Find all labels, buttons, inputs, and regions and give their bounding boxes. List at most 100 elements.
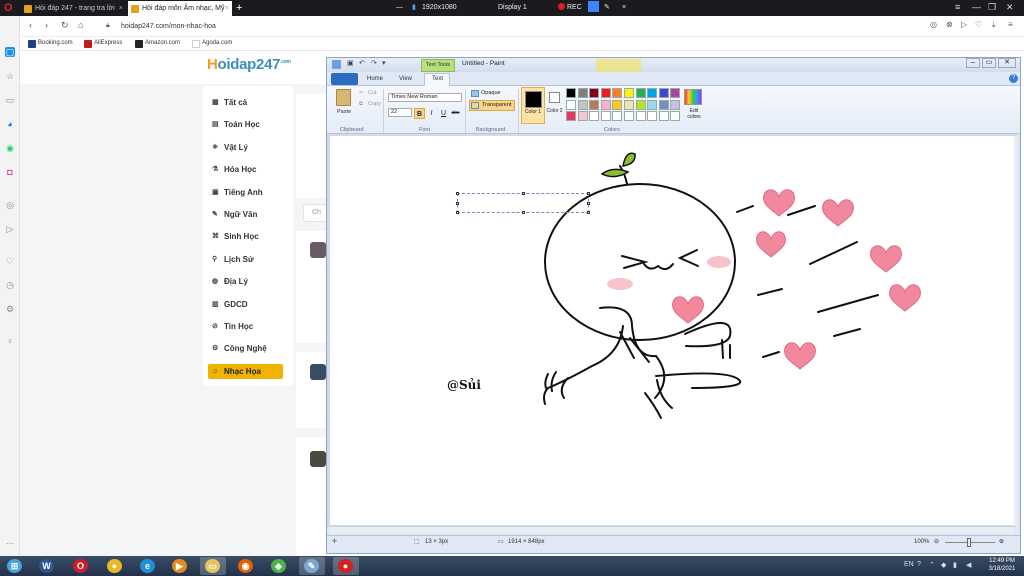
language-indicator[interactable]: EN	[904, 561, 914, 568]
lock-icon[interactable]: 🔒︎	[106, 22, 110, 30]
download-icon[interactable]: ⤓	[992, 20, 996, 30]
shield-tray-icon[interactable]: ◆	[941, 561, 946, 569]
resize-handle[interactable]	[456, 202, 459, 205]
palette-swatch[interactable]	[647, 88, 658, 98]
zoom-slider-thumb[interactable]	[967, 538, 971, 547]
palette-swatch[interactable]	[635, 99, 646, 110]
palette-swatch[interactable]	[612, 88, 623, 98]
recorder-app[interactable]: ●	[333, 557, 359, 575]
resize-handle[interactable]	[587, 211, 590, 214]
palette-swatch[interactable]	[589, 99, 600, 110]
bold-button[interactable]: B	[414, 108, 425, 119]
menu-icon[interactable]: ≡	[955, 0, 960, 15]
rec-button[interactable]: REC	[558, 2, 582, 13]
resize-handle[interactable]	[587, 202, 590, 205]
palette-swatch[interactable]	[635, 111, 646, 121]
close-window-icon[interactable]: ✕	[1006, 0, 1014, 15]
strikethrough-button[interactable]: abc	[450, 108, 461, 119]
italic-button[interactable]: I	[426, 108, 437, 119]
palette-swatch[interactable]	[670, 88, 681, 98]
nav-item[interactable]: ⊘ Tin Học	[208, 319, 283, 334]
tab-hoidap-home[interactable]: Hỏi đáp 247 - trang tra lời ×	[21, 1, 126, 16]
palette-swatch[interactable]	[577, 111, 588, 121]
palette-swatch[interactable]	[658, 111, 669, 121]
cut-icon[interactable]: ✂	[359, 89, 364, 98]
redo-icon[interactable]: ↷	[371, 59, 377, 67]
nav-item[interactable]: ▥ GDCD	[208, 297, 283, 312]
palette-swatch[interactable]	[589, 88, 600, 98]
search-input[interactable]: Ch	[303, 204, 326, 222]
edit-colors-icon[interactable]	[684, 89, 702, 105]
copy-button[interactable]: Copy	[368, 100, 381, 109]
underline-button[interactable]: U	[438, 108, 449, 119]
home-icon[interactable]: ⌂	[78, 20, 83, 30]
opera-app[interactable]: O	[68, 557, 94, 575]
resize-handle[interactable]	[456, 192, 459, 195]
vertical-scrollbar[interactable]	[1014, 136, 1017, 526]
edit-colors-button[interactable]: Edit colors	[684, 108, 704, 120]
palette-swatch[interactable]	[589, 111, 600, 121]
nav-item[interactable]: ◍ Địa Lý	[208, 274, 283, 289]
explorer-app[interactable]: ▭	[200, 557, 226, 575]
palette-swatch[interactable]	[647, 99, 658, 110]
color1-button[interactable]: Color 1	[521, 87, 545, 124]
player-icon[interactable]: ◎	[5, 200, 15, 210]
network-icon[interactable]: ▮	[953, 561, 957, 569]
opera-logo-icon[interactable]: O	[4, 1, 13, 15]
nav-item[interactable]: ▦ Tất cả	[208, 95, 283, 110]
palette-swatch[interactable]	[566, 88, 576, 98]
palette-swatch[interactable]	[635, 88, 646, 98]
bookmark-booking[interactable]: Booking.com	[28, 38, 73, 49]
gear-icon[interactable]: ⚙	[5, 304, 15, 314]
resize-handle[interactable]	[522, 211, 525, 214]
minimize-icon[interactable]: —	[972, 0, 981, 15]
tab-hoidap-music[interactable]: Hỏi đáp môn Âm nhạc, Mỹ ×	[128, 1, 232, 16]
back-icon[interactable]: ‹	[29, 20, 32, 30]
volume-icon[interactable]: ◀	[966, 561, 971, 569]
color2-button[interactable]: Color 2	[546, 89, 564, 124]
forward-icon[interactable]: ›	[45, 20, 48, 30]
paint-file-menu[interactable]	[331, 73, 358, 85]
firefox-app[interactable]: ◉	[233, 557, 259, 575]
speed-dial-icon[interactable]: ▢	[5, 47, 15, 57]
nav-item[interactable]: ⚗ Hóa Học	[208, 162, 283, 177]
bookmark-agoda[interactable]: Agoda.com	[192, 38, 232, 49]
close-icon[interactable]: ✕	[998, 58, 1016, 68]
screenshot-icon[interactable]	[588, 1, 599, 12]
history-icon[interactable]: ◷	[5, 280, 15, 290]
palette-swatch[interactable]	[624, 111, 634, 121]
cut-button[interactable]: Cut	[368, 89, 377, 98]
lightbulb-icon[interactable]: ♀	[5, 336, 15, 346]
flow-icon[interactable]: ▷	[5, 224, 15, 234]
palette-swatch[interactable]	[612, 111, 623, 121]
help-icon[interactable]: ?	[1009, 74, 1018, 83]
tab-view[interactable]: View	[399, 74, 412, 84]
tab-home[interactable]: Home	[367, 74, 383, 84]
palette-swatch[interactable]	[670, 111, 681, 121]
zoom-in-icon[interactable]: ⊕	[999, 538, 1004, 547]
reload-icon[interactable]: ↻	[61, 20, 69, 31]
palette-swatch[interactable]	[612, 99, 623, 110]
nav-item[interactable]: ⚲ Lịch Sử	[208, 252, 283, 267]
chevron-up-icon[interactable]: ⌃	[929, 561, 935, 569]
nav-item[interactable]: ⚙ Công Nghệ	[208, 341, 283, 356]
avatar[interactable]	[310, 242, 326, 258]
maximize-icon[interactable]: ▭	[982, 58, 996, 68]
shield-icon[interactable]: ⊗	[946, 20, 953, 29]
font-size-select[interactable]: 22	[388, 108, 412, 117]
mic-icon[interactable]: ▮	[412, 2, 416, 13]
resize-handle[interactable]	[456, 211, 459, 214]
bookmark-aliexpress[interactable]: AliExpress	[84, 38, 122, 49]
font-family-select[interactable]: Times New Roman	[388, 93, 462, 102]
palette-swatch[interactable]	[600, 88, 611, 98]
close-tab-icon[interactable]: ×	[119, 1, 123, 16]
avatar[interactable]	[310, 364, 326, 380]
settings-menu-icon[interactable]: ≡	[1008, 20, 1013, 29]
chrome-app[interactable]: ●	[102, 557, 128, 575]
paste-button[interactable]: Paste	[337, 108, 351, 117]
palette-swatch[interactable]	[566, 111, 576, 121]
palette-swatch[interactable]	[577, 88, 588, 98]
site-logo[interactable]: Hoidap247.com	[207, 56, 291, 73]
palette-swatch[interactable]	[600, 99, 611, 110]
paint-app-icon[interactable]	[332, 60, 341, 69]
